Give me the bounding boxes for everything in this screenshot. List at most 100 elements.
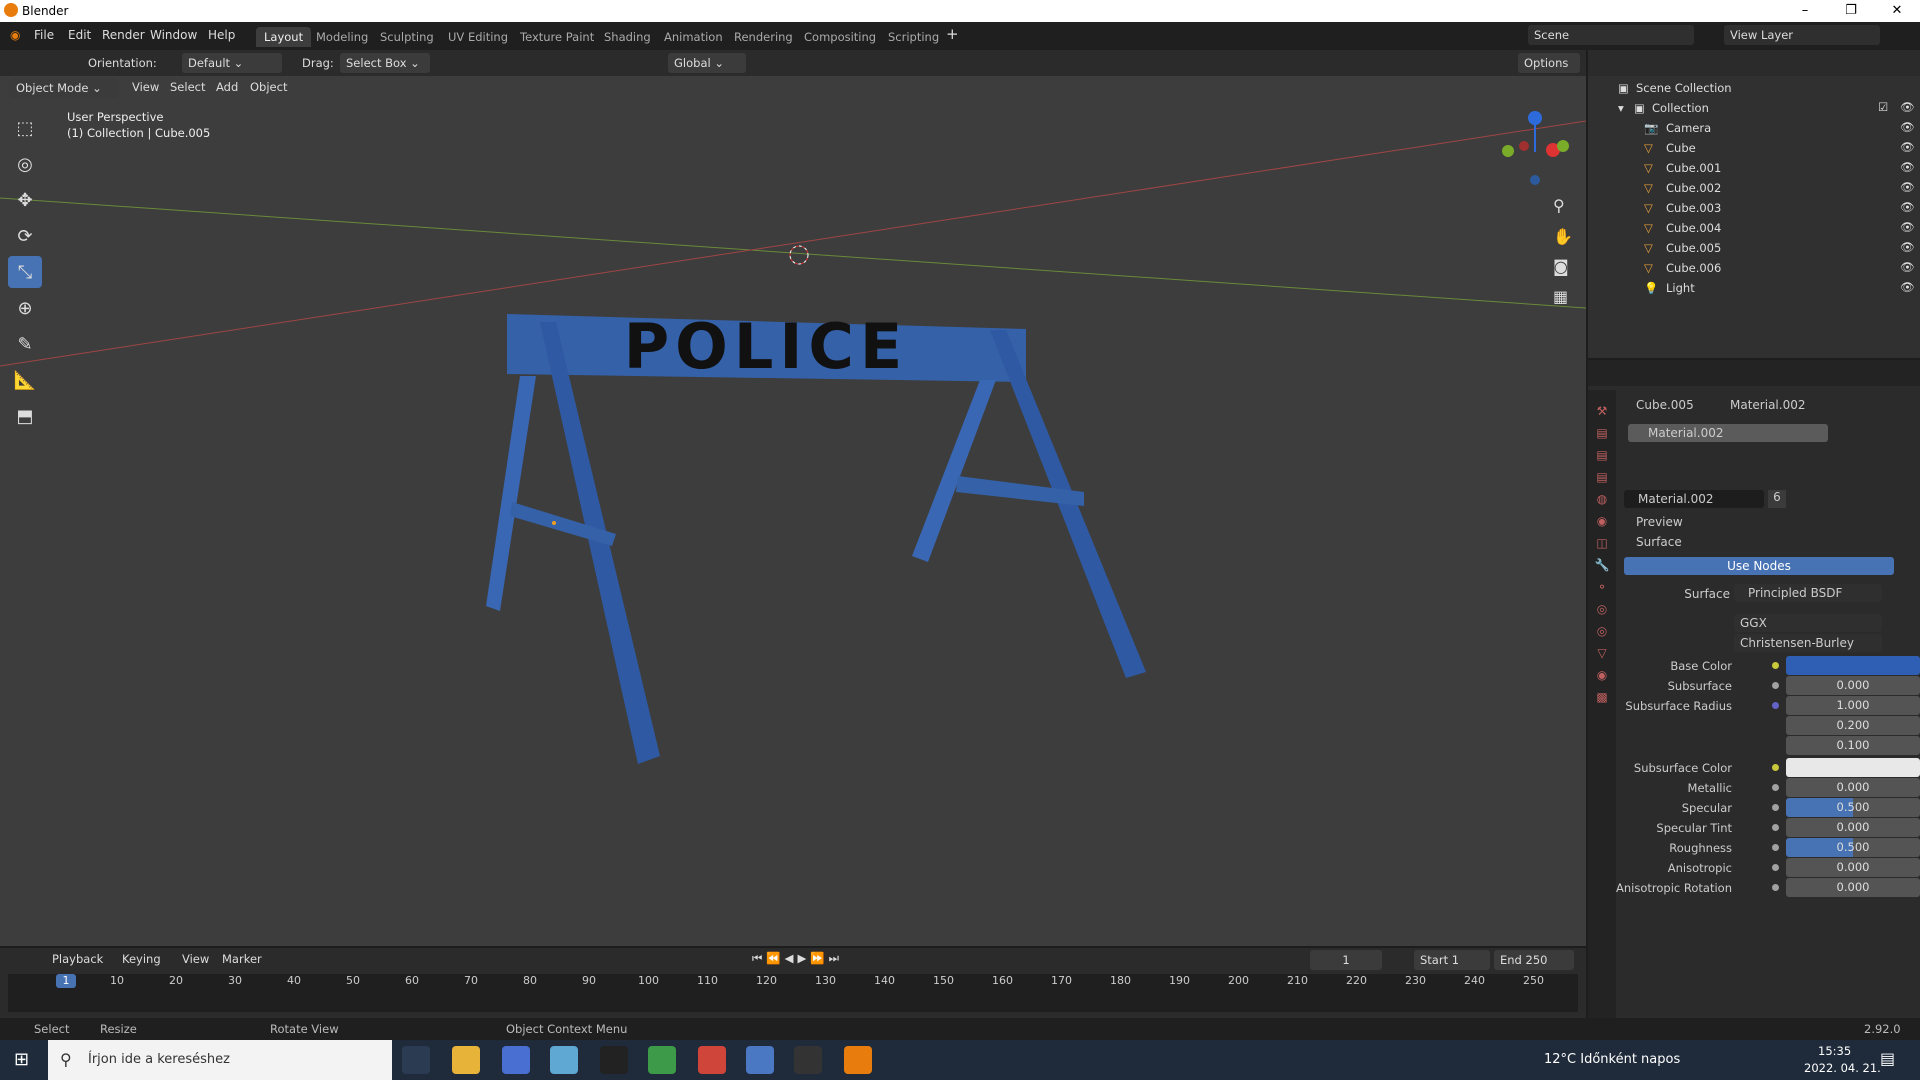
subsurface-method-dropdown[interactable]: Christensen-Burley [1734,634,1882,652]
task-view-icon[interactable] [402,1046,430,1074]
distribution-dropdown[interactable]: GGX [1734,614,1882,632]
outliner-item-cube[interactable]: ▽ Cube 👁 [1588,138,1920,158]
restore-icon[interactable]: ❐ [1828,0,1874,22]
subsurface-radius-z-row[interactable]: 0.100 [1616,734,1920,758]
menu-help[interactable]: Help [208,28,235,42]
tab-uv-editing[interactable]: UV Editing [440,27,516,47]
windows-start-icon[interactable]: ⊞ [14,1049,29,1070]
select-box-tool-icon[interactable]: ⬚ [8,112,42,144]
outliner-item-cube-006[interactable]: ▽ Cube.006 👁 [1588,258,1920,278]
minimize-icon[interactable]: – [1782,0,1828,22]
checkbox-icon[interactable]: ☑ [1878,100,1888,114]
timeline-view-menu[interactable]: View [182,952,209,966]
material-users-count[interactable]: 6 [1768,490,1786,508]
chrome-icon[interactable] [698,1046,726,1074]
clock-time[interactable]: 15:35 [1818,1044,1851,1058]
current-frame-field[interactable]: 1 [1310,950,1382,970]
cursor-tool-icon[interactable]: ◎ [8,148,42,180]
outliner-item-cube-003[interactable]: ▽ Cube.003 👁 [1588,198,1920,218]
transform-tool-icon[interactable]: ⊕ [8,292,42,324]
surface-section[interactable]: Surface [1636,535,1682,549]
measure-tool-icon[interactable]: 📐 [8,364,42,396]
scale-tool-icon[interactable]: ⤡ [8,256,42,288]
top-bar: ◉ File Edit Render Window Help Layout Mo… [0,22,1920,50]
tab-compositing[interactable]: Compositing [796,27,884,47]
tab-rendering[interactable]: Rendering [726,27,801,47]
material-name-field[interactable]: Material.002 [1624,490,1764,508]
tick: 20 [169,974,183,987]
annotate-tool-icon[interactable]: ✎ [8,328,42,360]
outliner-scene-collection[interactable]: ▣ Scene Collection [1588,78,1920,98]
use-nodes-button[interactable]: Use Nodes [1624,557,1894,575]
view-layer-selector[interactable]: View Layer [1724,25,1880,45]
outliner-item-cube-005[interactable]: ▽ Cube.005 👁 [1588,238,1920,258]
notification-icon[interactable]: ▤ [1880,1049,1895,1068]
outliner-item-camera[interactable]: 📷 Camera 👁 [1588,118,1920,138]
close-icon[interactable]: ✕ [1874,0,1920,22]
tab-scripting[interactable]: Scripting [880,27,947,47]
tab-modeling[interactable]: Modeling [308,27,376,47]
tab-animation[interactable]: Animation [656,27,731,47]
eye-icon[interactable]: 👁 [1900,220,1915,234]
eye-icon[interactable]: 👁 [1900,160,1915,174]
weather-widget[interactable]: 12°C Időnként napos [1544,1052,1680,1067]
eye-icon[interactable]: 👁 [1900,140,1915,154]
menu-edit[interactable]: Edit [68,28,91,42]
add-workspace-icon[interactable]: + [946,25,959,43]
app-icon[interactable] [600,1046,628,1074]
eye-icon[interactable]: 👁 [1900,120,1915,134]
menu-render[interactable]: Render [102,28,145,42]
spreadsheet-icon[interactable] [648,1046,676,1074]
menu-file[interactable]: File [34,28,54,42]
eye-icon[interactable]: 👁 [1900,100,1915,114]
timeline-playback-menu[interactable]: Playback [52,952,103,966]
taskbar-search-box[interactable]: ⚲ Írjon ide a kereséshez [48,1040,392,1080]
messenger-icon[interactable] [502,1046,530,1074]
outliner-collection[interactable]: ▾ ▣ Collection ☑ 👁 [1588,98,1920,118]
properties-tab-icons[interactable]: ⚒ ▤ ▤ ▤ ◍ ◉ ◫ 🔧 ⚬ ◎ ◎ ▽ ◉ ▩ [1588,400,1616,708]
outliner-item-cube-002[interactable]: ▽ Cube.002 👁 [1588,178,1920,198]
blender-menu-icon[interactable]: ◉ [10,28,20,42]
playhead[interactable]: 1 [56,974,76,988]
drag-dropdown[interactable]: Select Box ⌄ [340,53,430,73]
start-frame-field[interactable]: Start 1 [1414,950,1490,970]
tab-sculpting[interactable]: Sculpting [372,27,442,47]
menu-window[interactable]: Window [150,28,197,42]
add-cube-tool-icon[interactable]: ⬒ [8,400,42,432]
transform-orientation-dropdown[interactable]: Global ⌄ [668,53,746,73]
rotate-tool-icon[interactable]: ⟳ [8,220,42,252]
eye-icon[interactable]: 👁 [1900,280,1915,294]
timeline-keying-menu[interactable]: Keying [122,952,161,966]
app-icon[interactable] [794,1046,822,1074]
3d-viewport[interactable]: Object Mode ⌄ View Select Add Object Use… [0,76,1586,946]
timeline-marker-menu[interactable]: Marker [222,952,262,966]
options-dropdown[interactable]: Options [1518,53,1580,73]
app-icon[interactable] [746,1046,774,1074]
end-frame-field[interactable]: End 250 [1494,950,1574,970]
playback-controls[interactable]: ⏮⏪◀▶⏩⏭ [752,951,843,966]
material-slot[interactable]: Material.002 [1628,424,1828,442]
anisotropic-rotation-row[interactable]: Anisotropic Rotation 0.000 [1616,876,1920,900]
surface-shader-field[interactable]: Principled BSDF [1734,584,1882,602]
orientation-dropdown[interactable]: Default ⌄ [182,53,282,73]
tab-shading[interactable]: Shading [596,27,659,47]
tab-texture-paint[interactable]: Texture Paint [512,27,602,47]
tab-layout[interactable]: Layout [256,27,312,47]
eye-icon[interactable]: 👁 [1900,180,1915,194]
eye-icon[interactable]: 👁 [1900,200,1915,214]
status-context-menu: Object Context Menu [506,1022,628,1036]
eye-icon[interactable]: 👁 [1900,240,1915,254]
scene-selector[interactable]: Scene [1528,25,1694,45]
move-tool-icon[interactable]: ✥ [8,184,42,216]
outliner-item-light[interactable]: 💡 Light 👁 [1588,278,1920,298]
app-icon[interactable] [550,1046,578,1074]
tick: 150 [933,974,954,987]
preview-section[interactable]: Preview [1636,515,1683,529]
outliner-item-cube-004[interactable]: ▽ Cube.004 👁 [1588,218,1920,238]
timeline-track[interactable]: 1 10 20 30 40 50 60 70 80 90 100 110 120… [8,974,1578,1012]
eye-icon[interactable]: 👁 [1900,260,1915,274]
outliner-item-cube-001[interactable]: ▽ Cube.001 👁 [1588,158,1920,178]
blender-taskbar-icon[interactable] [844,1046,872,1074]
clock-date[interactable]: 2022. 04. 21. [1804,1061,1881,1075]
file-explorer-icon[interactable] [452,1046,480,1074]
